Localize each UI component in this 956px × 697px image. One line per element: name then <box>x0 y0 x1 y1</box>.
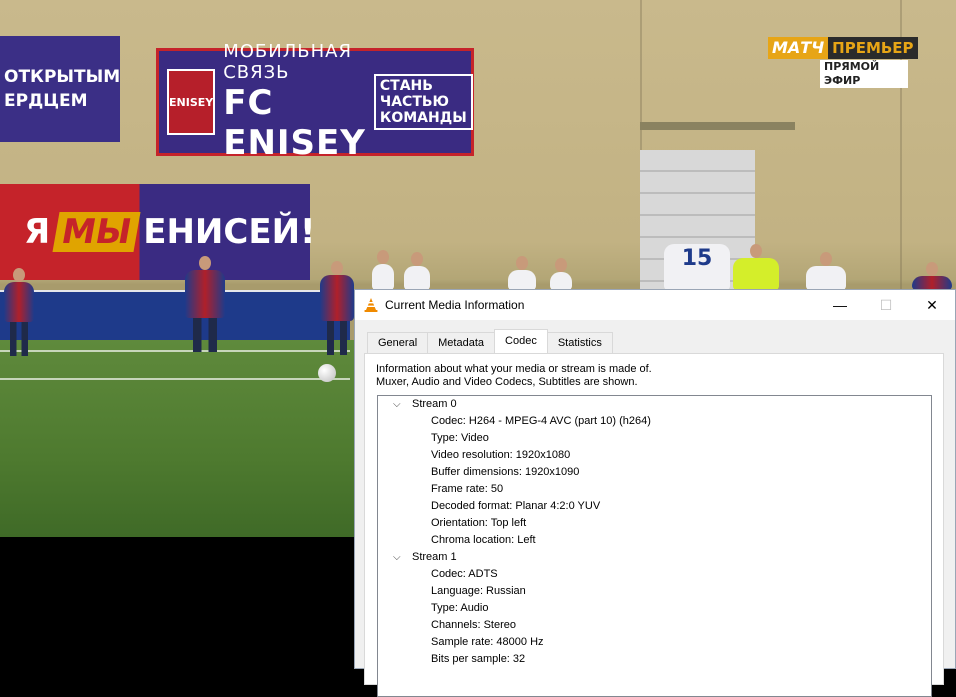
tree-stream-label: Stream 1 <box>412 551 457 563</box>
codec-panel: Information about what your media or str… <box>364 353 944 697</box>
tree-item[interactable]: Decoded format: Planar 4:2:0 YUV <box>378 498 931 515</box>
player <box>806 252 846 290</box>
slogan-part3: ЕНИСЕЙ! <box>143 212 316 252</box>
tab-general[interactable]: General <box>367 332 429 353</box>
channel-logo-left: МАТЧ <box>768 37 829 59</box>
player <box>372 250 394 290</box>
chevron-down-icon[interactable]: ⌵ <box>393 396 401 413</box>
ad-banner-enisey-line1: МОБИЛЬНАЯ СВЯЗЬ <box>223 41 352 83</box>
pitch-adboard <box>0 290 350 342</box>
tab-metadata[interactable]: Metadata <box>427 332 496 353</box>
pitch-line <box>0 350 350 352</box>
side-line1: СТАНЬ <box>379 78 433 94</box>
tree-item[interactable]: Language: Russian <box>378 583 931 600</box>
tree-stream-label: Stream 0 <box>412 398 457 410</box>
ad-banner-left: ОТКРЫТЫМ ЕРДЦЕМ <box>0 36 120 142</box>
maximize-button: ☐ <box>879 296 893 313</box>
channel-logo-right: ПРЕМЬЕР <box>828 37 918 59</box>
media-info-dialog: Current Media Information — ☐ ✕ General … <box>354 289 956 697</box>
ad-banner-left-line2: ЕРДЦЕМ <box>4 91 88 111</box>
player <box>508 256 536 290</box>
tree-item[interactable]: Video resolution: 1920x1080 <box>378 447 931 464</box>
tree-stream-0[interactable]: ⌵ Stream 0 <box>378 396 931 413</box>
description-line1: Information about what your media or str… <box>376 363 652 375</box>
player <box>550 258 572 290</box>
vlc-cone-icon <box>363 297 379 313</box>
side-line3: КОМАНДЫ <box>379 110 467 126</box>
tab-codec[interactable]: Codec <box>494 329 548 353</box>
player <box>185 256 225 352</box>
player <box>4 268 34 356</box>
ad-banner-left-line1: ОТКРЫТЫМ <box>4 67 121 87</box>
tree-item[interactable]: Sample rate: 48000 Hz <box>378 634 931 651</box>
wall-pipe <box>640 122 795 130</box>
close-button[interactable]: ✕ <box>909 290 955 320</box>
ad-banner-enisey-line2: FC ENISEY <box>223 83 366 163</box>
pitch-line <box>0 378 350 380</box>
tree-item[interactable]: Orientation: Top left <box>378 515 931 532</box>
player <box>404 252 430 290</box>
player <box>912 262 952 290</box>
dialog-title: Current Media Information <box>385 298 525 312</box>
title-bar[interactable]: Current Media Information — ☐ ✕ <box>355 290 955 320</box>
side-line2: ЧАСТЬЮ <box>379 94 449 110</box>
codec-tree[interactable]: ⌵ Stream 0 Codec: H264 - MPEG-4 AVC (par… <box>377 395 932 697</box>
ad-banner-slogan: Я МЫ ЕНИСЕЙ! <box>0 184 316 280</box>
codec-description: Information about what your media or str… <box>376 363 652 389</box>
tree-item[interactable]: Codec: H264 - MPEG-4 AVC (part 10) (h264… <box>378 413 931 430</box>
tree-item[interactable]: Channels: Stereo <box>378 617 931 634</box>
tree-item[interactable]: Type: Audio <box>378 600 931 617</box>
chevron-down-icon[interactable]: ⌵ <box>393 549 401 566</box>
tree-item[interactable]: Buffer dimensions: 1920x1090 <box>378 464 931 481</box>
minimize-button[interactable]: — <box>817 290 863 320</box>
tree-item[interactable]: Frame rate: 50 <box>378 481 931 498</box>
slogan-part1: Я <box>24 212 51 252</box>
tree-item[interactable]: Bits per sample: 32 <box>378 651 931 668</box>
tree-item[interactable]: Codec: ADTS <box>378 566 931 583</box>
tab-statistics[interactable]: Statistics <box>546 332 613 353</box>
enisey-logo: ENISEY <box>167 69 216 135</box>
player-number-15: 15 <box>664 244 730 290</box>
tree-item[interactable]: Chroma location: Left <box>378 532 931 549</box>
slogan-part2: МЫ <box>52 212 141 252</box>
football <box>318 364 336 382</box>
tree-stream-1[interactable]: ⌵ Stream 1 <box>378 549 931 566</box>
description-line2: Muxer, Audio and Video Codecs, Subtitles… <box>376 376 638 388</box>
tree-item[interactable]: Type: Video <box>378 430 931 447</box>
player <box>320 261 354 355</box>
ad-banner-enisey-side: СТАНЬ ЧАСТЬЮ КОМАНДЫ <box>373 74 473 130</box>
referee <box>733 244 779 290</box>
live-label: ПРЯМОЙ ЭФИР <box>820 60 908 88</box>
ad-banner-enisey: ENISEY МОБИЛЬНАЯ СВЯЗЬ FC ENISEY СТАНЬ Ч… <box>156 41 474 163</box>
tab-bar: General Metadata Codec Statistics <box>367 329 613 353</box>
channel-logo: МАТЧ ПРЕМЬЕР ПРЯМОЙ ЭФИР <box>768 37 918 89</box>
